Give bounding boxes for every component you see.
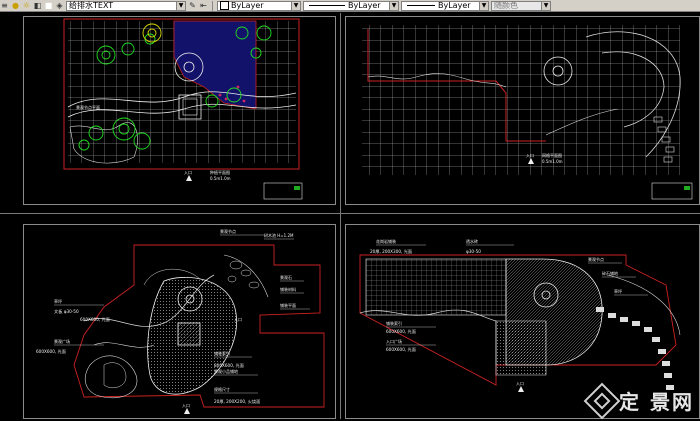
layer-color-icon[interactable]: ■ bbox=[44, 1, 53, 10]
annotation: 规格尺寸 bbox=[214, 386, 230, 392]
dim-label: 600X600, 光面 bbox=[36, 348, 66, 355]
annotation: 景观小品铺地 bbox=[214, 368, 238, 374]
linetype-sample bbox=[309, 5, 345, 6]
watermark-text: 定 景网 bbox=[619, 390, 694, 414]
annotation: 铺装材料 bbox=[280, 286, 296, 292]
plotstyle-dropdown: 随颜色 ▼ bbox=[491, 0, 551, 11]
layer-freeze-icon[interactable]: ☼ bbox=[22, 1, 31, 10]
grid bbox=[362, 25, 680, 175]
color-swatch-icon bbox=[220, 1, 229, 10]
annotation: 入口广场 bbox=[386, 338, 402, 344]
north-label: 入口 bbox=[516, 381, 524, 386]
node-label: 景观节点平面 bbox=[76, 104, 100, 110]
viewport-divider-vertical bbox=[340, 13, 341, 419]
dim-label: 600X600, 光面 bbox=[80, 316, 110, 323]
color-dropdown[interactable]: ByLayer ▼ bbox=[217, 0, 301, 11]
chevron-down-icon[interactable]: ▼ bbox=[291, 1, 300, 10]
viewport-planting-plan[interactable]: 景观节点平面 入口 种植平面图 0.5m1.0m bbox=[23, 16, 336, 205]
layer-dropdown[interactable]: 给排水TEXT ▼ bbox=[66, 0, 186, 11]
dim-label: 20厚, 200X200, 火烧面 bbox=[214, 398, 260, 405]
north-label: 入口 bbox=[182, 403, 190, 408]
dim-label: φ30-50 bbox=[466, 249, 481, 254]
annotation: 碎石铺地 bbox=[602, 270, 618, 276]
site-logo-icon bbox=[583, 382, 621, 419]
annotation: 入口 bbox=[234, 317, 242, 322]
annotation: 草坪 bbox=[614, 288, 622, 294]
watermark: 定 景网 bbox=[583, 382, 694, 419]
plotstyle-dropdown-value: 随颜色 bbox=[494, 1, 518, 10]
scale-ratio: 0.5m1.0m bbox=[210, 176, 231, 181]
annotation: 树木池 H=1.2M bbox=[264, 232, 294, 238]
grid-plan-drawing: 入口 网格平面图 0.5m1.0m bbox=[346, 17, 699, 204]
scale-title: 种植平面图 bbox=[210, 169, 230, 175]
scale-title: 网格平面图 bbox=[542, 152, 562, 158]
viewport-paving-plan[interactable]: 景观节点 树木池 H=1.2M 景观石 铺装材料 铺装平面 铺装索引 景观小品铺… bbox=[23, 224, 336, 419]
dim-label: 600X600, 光面 bbox=[386, 346, 416, 353]
annotation: 花岗岩铺装 bbox=[376, 238, 396, 244]
annotation: 景观广场 bbox=[54, 338, 70, 344]
dim-label: 800X600, 光面 bbox=[214, 362, 244, 369]
make-current-icon[interactable]: ✎ bbox=[188, 1, 197, 10]
annotation: 铺装索引 bbox=[386, 320, 402, 326]
viewport-grid-plan[interactable]: 入口 网格平面图 0.5m1.0m bbox=[345, 16, 700, 205]
dim-label: 文板 φ30-50 bbox=[54, 308, 79, 315]
lineweight-dropdown[interactable]: ByLayer ▼ bbox=[401, 0, 489, 11]
annotation: 铺装索引 bbox=[214, 350, 230, 356]
toolbar-separator bbox=[212, 0, 213, 11]
annotation: 景观节点 bbox=[588, 256, 604, 262]
annotation: 铺装平面 bbox=[280, 302, 296, 308]
layer-extra-icon[interactable]: ◈ bbox=[55, 1, 64, 10]
annotation: 景观石 bbox=[280, 274, 292, 280]
paving-plan-drawing: 景观节点 树木池 H=1.2M 景观石 铺装材料 铺装平面 铺装索引 景观小品铺… bbox=[24, 225, 335, 418]
layer-previous-icon[interactable]: ⇤ bbox=[199, 1, 208, 10]
annotation: 透水砖 bbox=[466, 238, 478, 244]
paving-grid bbox=[365, 258, 507, 316]
plaza-square bbox=[177, 322, 201, 346]
dim-label: 20厚, 200X300, 光面 bbox=[370, 248, 412, 255]
north-label: 入口 bbox=[526, 153, 534, 158]
layer-on-icon[interactable]: ● bbox=[11, 1, 20, 10]
layer-dropdown-value: 给排水TEXT bbox=[69, 1, 114, 10]
scale-ratio: 0.5m1.0m bbox=[542, 159, 563, 164]
properties-toolbar: ≡ ● ☼ ◧ ■ ◈ 给排水TEXT ▼ ✎ ⇤ ByLayer ▼ ByLa… bbox=[0, 0, 700, 12]
lineweight-sample bbox=[407, 5, 435, 6]
annotation: 草坪 bbox=[54, 298, 62, 304]
layer-manager-icon[interactable]: ≡ bbox=[0, 1, 9, 10]
linetype-dropdown-value: ByLayer bbox=[348, 1, 381, 10]
north-label: 入口 bbox=[184, 170, 192, 175]
color-dropdown-value: ByLayer bbox=[231, 1, 264, 10]
chevron-down-icon[interactable]: ▼ bbox=[479, 1, 488, 10]
linetype-dropdown[interactable]: ByLayer ▼ bbox=[303, 0, 399, 11]
annotation: 景观节点 bbox=[220, 228, 236, 234]
dim-label: 600X600, 光面 bbox=[386, 328, 416, 335]
layer-lock-icon[interactable]: ◧ bbox=[33, 1, 42, 10]
chevron-down-icon: ▼ bbox=[541, 1, 550, 10]
viewport-divider-horizontal bbox=[0, 213, 700, 214]
planting-plan-drawing: 景观节点平面 入口 种植平面图 0.5m1.0m bbox=[24, 17, 335, 204]
chevron-down-icon[interactable]: ▼ bbox=[389, 1, 398, 10]
lineweight-dropdown-value: ByLayer bbox=[438, 1, 471, 10]
chevron-down-icon[interactable]: ▼ bbox=[176, 1, 185, 10]
